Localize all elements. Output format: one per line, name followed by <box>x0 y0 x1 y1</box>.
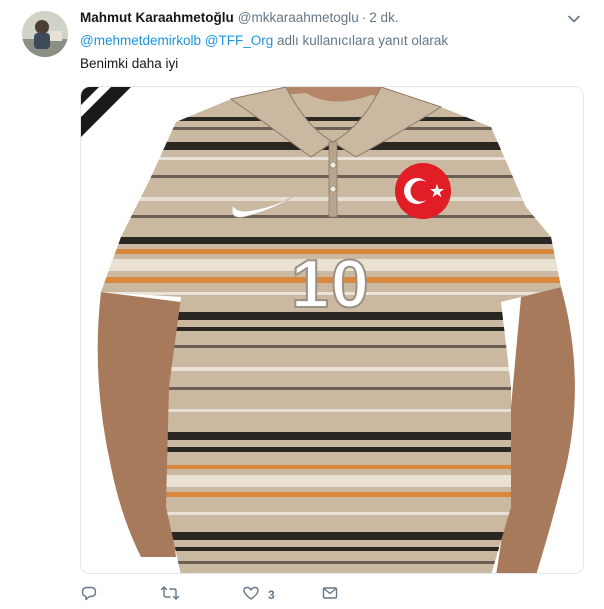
tweet-text: Benimki daha iyi <box>80 56 179 71</box>
like-count: 3 <box>268 588 275 602</box>
reply-context-text: adlı kullanıcılara yanıt olarak <box>277 33 449 48</box>
like-button[interactable]: 3 <box>242 584 275 606</box>
avatar[interactable] <box>22 11 68 57</box>
user-handle[interactable]: @mkkaraahmetoglu <box>238 10 359 25</box>
retweet-icon <box>160 584 180 607</box>
mention-link[interactable]: @TFF_Org <box>205 33 273 48</box>
tweet-header: Mahmut Karaahmetoğlu @mkkaraahmetoglu · … <box>80 10 399 28</box>
tweet: Mahmut Karaahmetoğlu @mkkaraahmetoglu · … <box>0 0 604 609</box>
chevron-down-icon[interactable] <box>566 12 582 26</box>
shirt-number: 10 <box>290 245 371 323</box>
tweet-media-image[interactable]: 10 <box>80 86 584 574</box>
mention-link[interactable]: @mehmetdemirkolb <box>80 33 201 48</box>
envelope-icon <box>321 584 339 607</box>
turkish-flag-badge-icon <box>395 163 451 219</box>
retweet-button[interactable] <box>160 584 180 606</box>
reply-icon <box>80 584 98 607</box>
tweet-actions: 3 <box>80 584 380 606</box>
heart-icon <box>242 584 260 607</box>
separator-dot: · <box>361 10 367 25</box>
direct-message-button[interactable] <box>321 584 339 606</box>
reply-context: @mehmetdemirkolb @TFF_Org adlı kullanıcı… <box>80 33 448 48</box>
timestamp[interactable]: 2 dk. <box>369 10 398 25</box>
display-name[interactable]: Mahmut Karaahmetoğlu <box>80 10 234 25</box>
reply-button[interactable] <box>80 584 98 606</box>
